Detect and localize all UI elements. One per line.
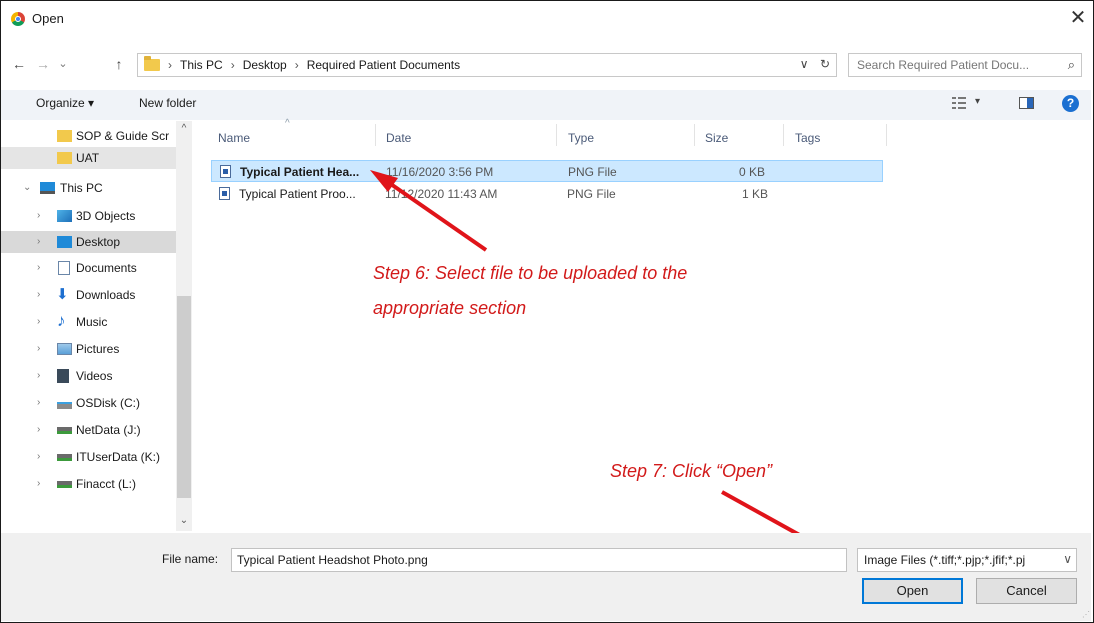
open-button[interactable]: Open — [862, 578, 963, 604]
file-type-filter-select[interactable]: Image Files (*.tiff;*.pjp;*.jfif;*.pj ∨ — [857, 548, 1077, 572]
cancel-button[interactable]: Cancel — [976, 578, 1077, 604]
annotation-arrows — [370, 170, 850, 563]
file-name-label: File name: — [162, 552, 219, 566]
dialog-footer — [1, 533, 1091, 621]
file-name-value: Typical Patient Headshot Photo.png — [237, 553, 428, 567]
step6-arrow — [370, 170, 488, 252]
resize-grip-icon[interactable]: ⋰ — [1082, 610, 1090, 619]
chevron-down-icon[interactable]: ∨ — [1063, 552, 1072, 566]
file-type-filter-value: Image Files (*.tiff;*.pjp;*.jfif;*.pj — [864, 553, 1026, 567]
file-name-input[interactable]: Typical Patient Headshot Photo.png — [231, 548, 847, 572]
